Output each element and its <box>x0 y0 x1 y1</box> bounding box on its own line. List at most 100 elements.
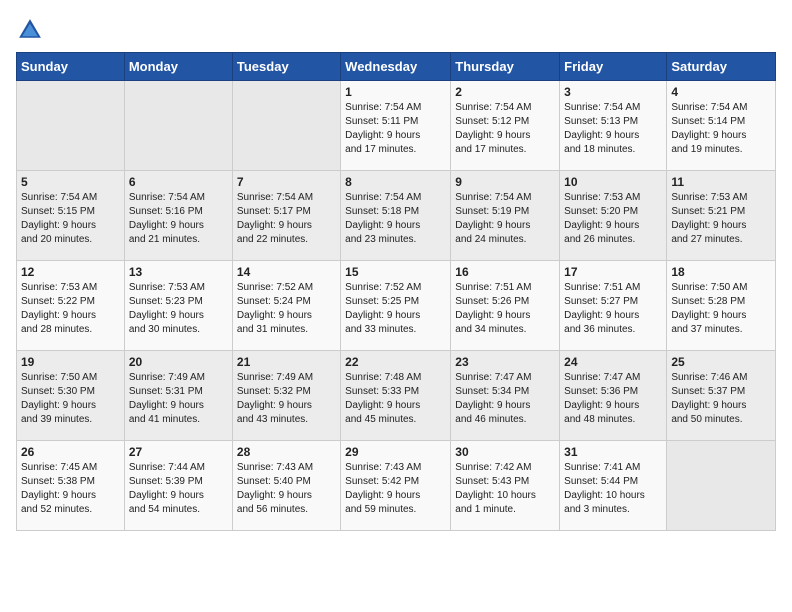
day-number: 24 <box>564 355 662 369</box>
calendar-cell: 12 Sunrise: 7:53 AM Sunset: 5:22 PM Dayli… <box>17 261 125 351</box>
day-info: Sunrise: 7:49 AM Sunset: 5:32 PM Dayligh… <box>237 371 336 427</box>
day-info: Sunrise: 7:52 AM Sunset: 5:24 PM Dayligh… <box>237 281 336 337</box>
day-number: 14 <box>237 265 336 279</box>
logo <box>16 16 48 44</box>
calendar-cell: 4Sunrise: 7:54 AM Sunset: 5:14 PM Daylig… <box>667 81 776 171</box>
day-number: 20 <box>129 355 228 369</box>
day-info: Sunrise: 7:41 AM Sunset: 5:44 PM Dayligh… <box>564 461 662 517</box>
calendar-cell: 9Sunrise: 7:54 AM Sunset: 5:19 PM Daylig… <box>451 171 560 261</box>
day-info: Sunrise: 7:54 AM Sunset: 5:18 PM Dayligh… <box>345 191 446 247</box>
day-number: 27 <box>129 445 228 459</box>
day-number: 19 <box>21 355 120 369</box>
day-info: Sunrise: 7:42 AM Sunset: 5:43 PM Dayligh… <box>455 461 555 517</box>
calendar-cell: 1 Sunrise: 7:54 AM Sunset: 5:11 PM Daylig… <box>341 81 451 171</box>
calendar-cell: 6 Sunrise: 7:54 AM Sunset: 5:16 PM Daylig… <box>124 171 232 261</box>
calendar-cell: 16 Sunrise: 7:51 AM Sunset: 5:26 PM Dayli… <box>451 261 560 351</box>
day-info: Sunrise: 7:43 AM Sunset: 5:42 PM Dayligh… <box>345 461 446 517</box>
weekday-header: Monday <box>124 53 232 81</box>
day-number: 11 <box>671 175 771 189</box>
calendar-cell <box>17 81 125 171</box>
day-number: 15 <box>345 265 446 279</box>
weekday-header-row: SundayMondayTuesdayWednesdayThursdayFrid… <box>17 53 776 81</box>
day-info: Sunrise: 7:50 AM Sunset: 5:30 PM Dayligh… <box>21 371 120 427</box>
day-info: Sunrise: 7:53 AM Sunset: 5:20 PM Dayligh… <box>564 191 662 247</box>
day-info: Sunrise: 7:54 AM Sunset: 5:12 PM Dayligh… <box>455 101 555 157</box>
day-number: 31 <box>564 445 662 459</box>
calendar-cell: 11Sunrise: 7:53 AM Sunset: 5:21 PM Dayli… <box>667 171 776 261</box>
calendar-cell: 15 Sunrise: 7:52 AM Sunset: 5:25 PM Dayli… <box>341 261 451 351</box>
weekday-header: Saturday <box>667 53 776 81</box>
calendar-cell: 18 Sunrise: 7:50 AM Sunset: 5:28 PM Dayli… <box>667 261 776 351</box>
day-info: Sunrise: 7:54 AM Sunset: 5:11 PM Dayligh… <box>345 101 446 157</box>
calendar-cell: 28 Sunrise: 7:43 AM Sunset: 5:40 PM Dayli… <box>232 441 340 531</box>
day-info: Sunrise: 7:51 AM Sunset: 5:26 PM Dayligh… <box>455 281 555 337</box>
day-info: Sunrise: 7:47 AM Sunset: 5:36 PM Dayligh… <box>564 371 662 427</box>
day-info: Sunrise: 7:50 AM Sunset: 5:28 PM Dayligh… <box>671 281 771 337</box>
calendar-cell: 26Sunrise: 7:45 AM Sunset: 5:38 PM Dayli… <box>17 441 125 531</box>
calendar-cell: 20 Sunrise: 7:49 AM Sunset: 5:31 PM Dayli… <box>124 351 232 441</box>
calendar-cell: 30 Sunrise: 7:42 AM Sunset: 5:43 PM Dayli… <box>451 441 560 531</box>
day-number: 10 <box>564 175 662 189</box>
day-info: Sunrise: 7:47 AM Sunset: 5:34 PM Dayligh… <box>455 371 555 427</box>
day-info: Sunrise: 7:49 AM Sunset: 5:31 PM Dayligh… <box>129 371 228 427</box>
day-number: 3 <box>564 85 662 99</box>
day-number: 8 <box>345 175 446 189</box>
day-number: 4 <box>671 85 771 99</box>
calendar-cell: 10 Sunrise: 7:53 AM Sunset: 5:20 PM Dayli… <box>560 171 667 261</box>
weekday-header: Tuesday <box>232 53 340 81</box>
day-number: 30 <box>455 445 555 459</box>
day-number: 12 <box>21 265 120 279</box>
day-number: 1 <box>345 85 446 99</box>
day-number: 16 <box>455 265 555 279</box>
calendar-cell <box>667 441 776 531</box>
calendar-cell: 24 Sunrise: 7:47 AM Sunset: 5:36 PM Dayli… <box>560 351 667 441</box>
weekday-header: Thursday <box>451 53 560 81</box>
day-info: Sunrise: 7:54 AM Sunset: 5:16 PM Dayligh… <box>129 191 228 247</box>
day-number: 23 <box>455 355 555 369</box>
day-info: Sunrise: 7:53 AM Sunset: 5:23 PM Dayligh… <box>129 281 228 337</box>
calendar-cell: 22 Sunrise: 7:48 AM Sunset: 5:33 PM Dayli… <box>341 351 451 441</box>
calendar-cell: 29 Sunrise: 7:43 AM Sunset: 5:42 PM Dayli… <box>341 441 451 531</box>
calendar-week-row: 1 Sunrise: 7:54 AM Sunset: 5:11 PM Daylig… <box>17 81 776 171</box>
calendar-cell: 14 Sunrise: 7:52 AM Sunset: 5:24 PM Dayli… <box>232 261 340 351</box>
calendar-cell: 5Sunrise: 7:54 AM Sunset: 5:15 PM Daylig… <box>17 171 125 261</box>
day-number: 17 <box>564 265 662 279</box>
calendar-week-row: 12 Sunrise: 7:53 AM Sunset: 5:22 PM Dayli… <box>17 261 776 351</box>
day-number: 28 <box>237 445 336 459</box>
calendar-cell <box>232 81 340 171</box>
calendar-cell: 27 Sunrise: 7:44 AM Sunset: 5:39 PM Dayli… <box>124 441 232 531</box>
day-number: 18 <box>671 265 771 279</box>
calendar-cell: 2 Sunrise: 7:54 AM Sunset: 5:12 PM Daylig… <box>451 81 560 171</box>
day-number: 2 <box>455 85 555 99</box>
calendar-cell: 13Sunrise: 7:53 AM Sunset: 5:23 PM Dayli… <box>124 261 232 351</box>
logo-icon <box>16 16 44 44</box>
calendar-cell <box>124 81 232 171</box>
calendar-cell: 7 Sunrise: 7:54 AM Sunset: 5:17 PM Daylig… <box>232 171 340 261</box>
day-info: Sunrise: 7:53 AM Sunset: 5:22 PM Dayligh… <box>21 281 120 337</box>
day-info: Sunrise: 7:52 AM Sunset: 5:25 PM Dayligh… <box>345 281 446 337</box>
day-info: Sunrise: 7:54 AM Sunset: 5:13 PM Dayligh… <box>564 101 662 157</box>
day-info: Sunrise: 7:44 AM Sunset: 5:39 PM Dayligh… <box>129 461 228 517</box>
day-number: 7 <box>237 175 336 189</box>
page-header <box>16 16 776 44</box>
weekday-header: Sunday <box>17 53 125 81</box>
day-info: Sunrise: 7:43 AM Sunset: 5:40 PM Dayligh… <box>237 461 336 517</box>
day-info: Sunrise: 7:54 AM Sunset: 5:17 PM Dayligh… <box>237 191 336 247</box>
calendar-week-row: 5Sunrise: 7:54 AM Sunset: 5:15 PM Daylig… <box>17 171 776 261</box>
calendar-cell: 3 Sunrise: 7:54 AM Sunset: 5:13 PM Daylig… <box>560 81 667 171</box>
day-info: Sunrise: 7:54 AM Sunset: 5:15 PM Dayligh… <box>21 191 120 247</box>
day-info: Sunrise: 7:51 AM Sunset: 5:27 PM Dayligh… <box>564 281 662 337</box>
day-number: 29 <box>345 445 446 459</box>
day-number: 26 <box>21 445 120 459</box>
day-info: Sunrise: 7:48 AM Sunset: 5:33 PM Dayligh… <box>345 371 446 427</box>
day-number: 9 <box>455 175 555 189</box>
calendar-cell: 31 Sunrise: 7:41 AM Sunset: 5:44 PM Dayli… <box>560 441 667 531</box>
day-number: 22 <box>345 355 446 369</box>
day-number: 25 <box>671 355 771 369</box>
calendar-cell: 19 Sunrise: 7:50 AM Sunset: 5:30 PM Dayli… <box>17 351 125 441</box>
calendar-cell: 25Sunrise: 7:46 AM Sunset: 5:37 PM Dayli… <box>667 351 776 441</box>
calendar-week-row: 26Sunrise: 7:45 AM Sunset: 5:38 PM Dayli… <box>17 441 776 531</box>
calendar-cell: 8 Sunrise: 7:54 AM Sunset: 5:18 PM Daylig… <box>341 171 451 261</box>
calendar-cell: 23 Sunrise: 7:47 AM Sunset: 5:34 PM Dayli… <box>451 351 560 441</box>
day-number: 6 <box>129 175 228 189</box>
